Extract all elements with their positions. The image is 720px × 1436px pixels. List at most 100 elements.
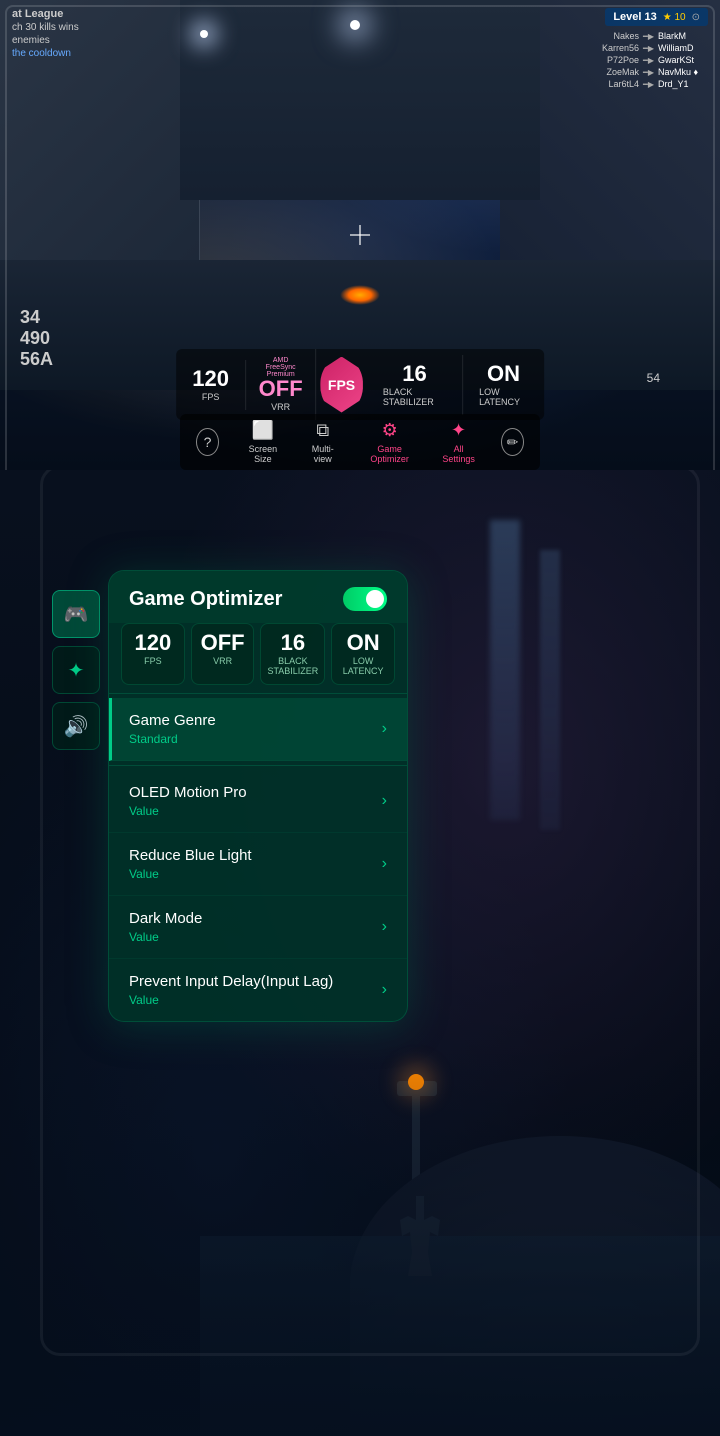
hud-level-badge: Level 13 ★ 10 ⊙: [605, 8, 708, 26]
menu-item-game-genre-title: Game Genre: [129, 712, 216, 729]
all-settings-menu-item[interactable]: ✦ All Settings: [440, 420, 477, 464]
panel-divider-2: [109, 765, 407, 766]
menu-item-oled-motion-value: Value: [129, 804, 247, 818]
fps-stat: 120 FPS: [176, 360, 246, 410]
muzzle-flash: [340, 285, 380, 305]
sidebar-settings-icon[interactable]: ✦: [52, 646, 100, 694]
multiview-icon: ⧉: [316, 420, 329, 441]
all-settings-icon: ✦: [451, 420, 466, 441]
hud-enemies-text: enemies: [12, 35, 79, 46]
player-row: Nakes ━▶ BlarkM: [599, 31, 708, 41]
sidebar-gamepad-icon[interactable]: 🎮: [52, 590, 100, 638]
menu-item-reduce-blue-light-left: Reduce Blue Light Value: [129, 847, 252, 881]
bs-value: 16: [402, 363, 426, 385]
panel-stats-row: 120 FPS OFF VRR 16 Black Stabilizer ON L…: [121, 623, 395, 685]
waterfall-1: [490, 520, 520, 820]
optimizer-label: Game Optimizer: [363, 444, 416, 464]
player-name-right: NavMku ♦: [658, 67, 708, 77]
menu-item-reduce-blue-light[interactable]: Reduce Blue Light Value ›: [109, 833, 407, 896]
score-indicator: 54: [647, 371, 660, 385]
latency-stat: ON Low Latency: [463, 355, 544, 415]
waterfall-2: [540, 550, 560, 830]
player-gun-icon: ━▶: [643, 56, 654, 65]
hud-overlay: at League ch 30 kills wins enemies the c…: [0, 0, 720, 97]
screen-size-menu-item[interactable]: ⬜ Screen Size: [243, 420, 282, 464]
player-name-right: Drd_Y1: [658, 79, 708, 89]
chevron-right-icon: ›: [382, 918, 387, 936]
hud-stars: ★ 10: [663, 12, 686, 23]
hud-level-text: Level 13: [613, 11, 656, 23]
menu-item-oled-motion[interactable]: OLED Motion Pro Value ›: [109, 770, 407, 833]
help-button[interactable]: ?: [196, 428, 219, 456]
panel-bs-stat: 16 Black Stabilizer: [260, 623, 325, 685]
menu-item-input-lag[interactable]: Prevent Input Delay(Input Lag) Value ›: [109, 959, 407, 1021]
hud-top-left: at League ch 30 kills wins enemies the c…: [12, 8, 79, 59]
edit-icon: ✏: [507, 434, 519, 451]
menu-item-reduce-blue-light-value: Value: [129, 867, 252, 881]
menu-item-input-lag-value: Value: [129, 993, 333, 1007]
vrr-stat: AMDFreeSyncPremium OFF VRR: [246, 349, 316, 420]
panel-toggle[interactable]: [343, 587, 387, 611]
multiview-label: Multi-view: [307, 444, 340, 464]
sidebar-sound-icon[interactable]: 🔊: [52, 702, 100, 750]
game-optimizer-menu-item[interactable]: ⚙ Game Optimizer: [363, 420, 416, 464]
multiview-menu-item[interactable]: ⧉ Multi-view: [307, 420, 340, 464]
menu-bar: ? ⬜ Screen Size ⧉ Multi-view ⚙ Game Opti…: [180, 414, 540, 470]
panel-latency-value: ON: [338, 632, 388, 654]
player-name-left: P72Poe: [599, 55, 639, 65]
help-icon: ?: [204, 434, 212, 450]
player-row: P72Poe ━▶ GwarKSt: [599, 55, 708, 65]
gamepad-icon: 🎮: [64, 602, 89, 627]
menu-item-game-genre-value: Standard: [129, 732, 216, 746]
panel-header: Game Optimizer: [109, 571, 407, 623]
menu-item-dark-mode-value: Value: [129, 930, 202, 944]
edit-button[interactable]: ✏: [501, 428, 524, 456]
all-settings-label: All Settings: [440, 444, 477, 464]
fps-label: FPS: [202, 392, 220, 402]
sidebar-icons: 🎮 ✦ 🔊: [52, 590, 100, 750]
stats-bar: 120 FPS AMDFreeSyncPremium OFF VRR FPS 1…: [176, 349, 544, 420]
player-gun-icon: ━▶: [643, 80, 654, 89]
panel-bs-value: 16: [267, 632, 318, 654]
chevron-right-icon: ›: [382, 855, 387, 873]
player-row: ZoeMak ━▶ NavMku ♦: [599, 67, 708, 77]
latency-value: ON: [487, 363, 520, 385]
panel-bs-label: Black Stabilizer: [267, 656, 318, 676]
menu-item-dark-mode[interactable]: Dark Mode Value ›: [109, 896, 407, 959]
hud-league-text: at League: [12, 8, 79, 20]
optimizer-panel: Game Optimizer 120 FPS OFF VRR 16 Black …: [108, 570, 408, 1022]
player-row: Karren56 ━▶ WilliamD: [599, 43, 708, 53]
chevron-right-icon: ›: [382, 720, 387, 738]
player-name-right: BlarkM: [658, 31, 708, 41]
player-name-right: WilliamD: [658, 43, 708, 53]
panel-vrr-value: OFF: [198, 632, 248, 654]
player-list: Nakes ━▶ BlarkM Karren56 ━▶ WilliamD P72…: [599, 31, 708, 89]
player-gun-icon: ━▶: [643, 32, 654, 41]
menu-item-game-genre[interactable]: Game Genre Standard ›: [109, 698, 407, 761]
panel-vrr-stat: OFF VRR: [191, 623, 255, 685]
player-name-left: Karren56: [599, 43, 639, 53]
fps-mode-badge: FPS: [320, 357, 363, 413]
panel-title: Game Optimizer: [129, 588, 282, 611]
black-stabilizer-stat: 16 Black Stabilizer: [367, 355, 463, 415]
bs-label: Black Stabilizer: [383, 387, 446, 407]
panel-latency-label: Low Latency: [338, 656, 388, 676]
menu-item-input-lag-left: Prevent Input Delay(Input Lag) Value: [129, 973, 333, 1007]
player-name-left: Lar6tL4: [599, 79, 639, 89]
kill-score: 34 490 56A: [20, 307, 53, 370]
player-name-right: GwarKSt: [658, 55, 708, 65]
panel-fps-value: 120: [128, 632, 178, 654]
panel-vrr-label: VRR: [198, 656, 248, 666]
panel-latency-stat: ON Low Latency: [331, 623, 395, 685]
player-name-left: ZoeMak: [599, 67, 639, 77]
freesync-label: AMDFreeSyncPremium: [266, 357, 296, 378]
hud-shield-icon: ⊙: [692, 12, 700, 23]
top-game-section: at League ch 30 kills wins enemies the c…: [0, 0, 720, 470]
optimizer-icon: ⚙: [382, 420, 398, 441]
bg-gradient-overlay: [0, 1036, 720, 1436]
hud-kills-text: ch 30 kills wins: [12, 22, 79, 33]
hud-top-right: Level 13 ★ 10 ⊙ Nakes ━▶ BlarkM Karren56…: [599, 8, 708, 89]
crosshair: [350, 225, 370, 245]
screen-size-icon: ⬜: [252, 420, 274, 441]
chevron-right-icon: ›: [382, 981, 387, 999]
